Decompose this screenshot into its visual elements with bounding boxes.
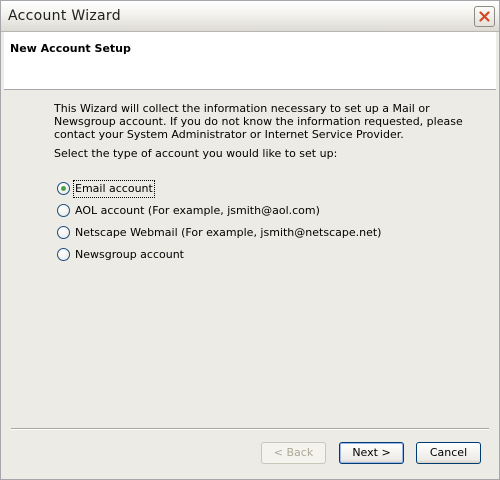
- radio-label[interactable]: Newsgroup account: [75, 247, 184, 263]
- radio-label[interactable]: Netscape Webmail (For example, jsmith@ne…: [75, 225, 381, 241]
- radio-button[interactable]: [57, 182, 70, 195]
- page-title: New Account Setup: [10, 42, 131, 55]
- radio-label[interactable]: Email account: [73, 180, 155, 198]
- radio-button[interactable]: [57, 204, 70, 217]
- radio-button[interactable]: [57, 248, 70, 261]
- close-button[interactable]: [474, 6, 495, 27]
- intro-text: This Wizard will collect the information…: [54, 102, 463, 141]
- radio-selected-dot: [61, 186, 66, 191]
- next-button[interactable]: Next >: [339, 442, 404, 464]
- wizard-content: This Wizard will collect the information…: [54, 102, 464, 160]
- wizard-header: New Account Setup: [4, 32, 496, 90]
- close-icon: [479, 11, 490, 22]
- footer-separator: [11, 428, 489, 430]
- title-bar: Account Wizard: [1, 1, 499, 32]
- back-button[interactable]: < Back: [261, 442, 326, 464]
- prompt-text: Select the type of account you would lik…: [54, 147, 338, 160]
- radio-label[interactable]: AOL account (For example, jsmith@aol.com…: [75, 203, 320, 219]
- radio-button[interactable]: [57, 226, 70, 239]
- account-wizard-window: Account Wizard New Account Setup This Wi…: [0, 0, 500, 480]
- window-title: Account Wizard: [8, 8, 121, 24]
- cancel-button[interactable]: Cancel: [416, 442, 481, 464]
